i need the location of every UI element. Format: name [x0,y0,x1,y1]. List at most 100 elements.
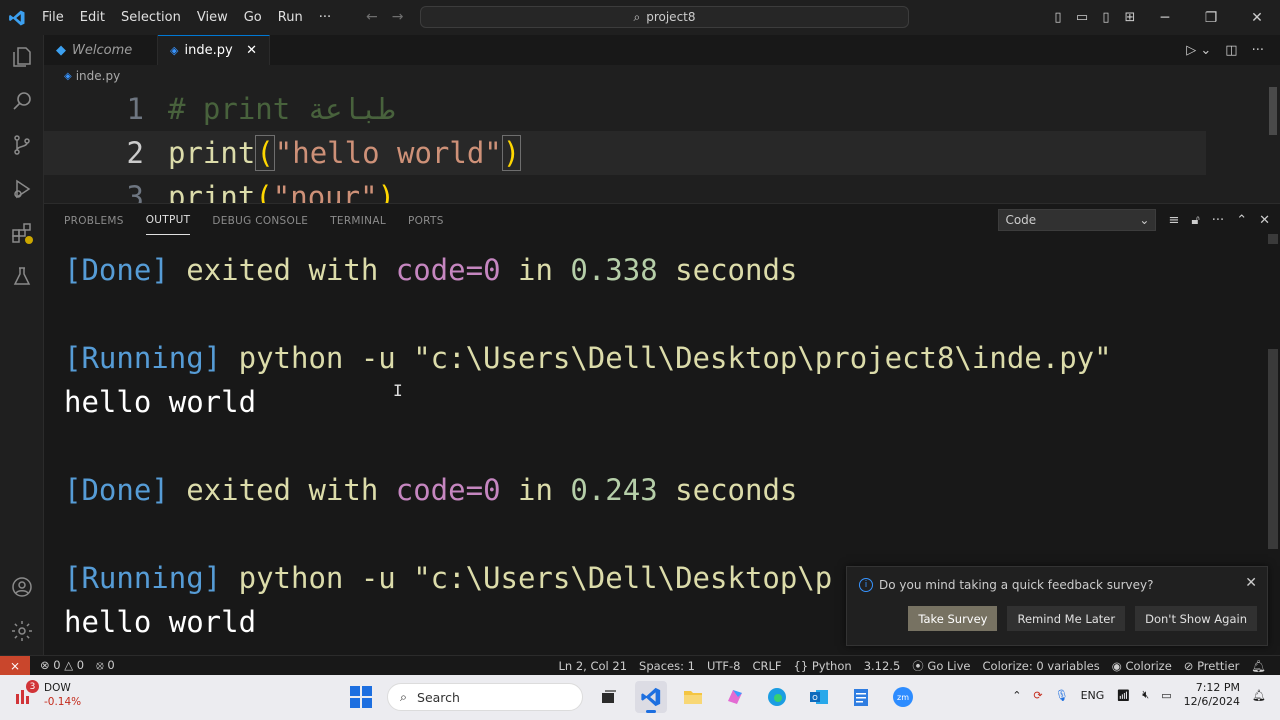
close-panel-icon[interactable]: ✕ [1259,213,1270,228]
colorize-variables[interactable]: Colorize: 0 variables [983,659,1100,673]
output-bracket: ] [203,561,222,595]
language-mode[interactable]: {} Python [794,659,852,673]
zoom-icon[interactable]: zm [887,681,919,713]
menu-more[interactable]: ··· [311,10,339,25]
customize-layout-icon[interactable]: ⊞ [1118,10,1142,25]
sync-app-icon[interactable]: ⟳ [1033,689,1042,702]
output-text: exited with [168,253,396,287]
dont-show-again-button[interactable]: Don't Show Again [1135,606,1257,631]
run-debug-icon[interactable] [0,167,44,211]
ports-status[interactable]: ⦻ 0 [96,658,115,673]
task-view-icon[interactable] [593,681,625,713]
panel-actions: Code ⌄ ≡ 🔓︎ ··· ⌃ ✕ [998,209,1270,231]
notification-center-icon[interactable]: 🔔︎ [1252,689,1266,702]
tab-inde-py[interactable]: ◈ inde.py ✕ [158,35,270,65]
command-center-search[interactable]: ⌕ project8 [420,6,909,28]
more-actions-icon[interactable]: ··· [1252,43,1264,58]
manage-gear-icon[interactable] [0,609,44,653]
code-string: "nour" [272,180,378,203]
editor-actions: ▷ ⌄ ◫ ··· [1186,35,1280,65]
encoding[interactable]: UTF-8 [707,659,741,673]
clock[interactable]: 7:12 PM 12/6/2024 [1184,681,1240,709]
tab-label: Welcome [72,42,133,58]
colorize[interactable]: ◉ Colorize [1112,659,1172,673]
speaker-muted-icon[interactable]: 🔇︎ [1142,688,1149,702]
maximize-panel-icon[interactable]: ⌃ [1236,213,1247,228]
taskbar-search[interactable]: ⌕ Search [387,683,583,711]
indentation[interactable]: Spaces: 1 [639,659,695,673]
copilot-icon[interactable] [719,681,751,713]
back-arrow-icon[interactable]: ← [366,9,378,25]
editor-tabs: ◆ Welcome ◈ inde.py ✕ ▷ ⌄ ◫ ··· [44,35,1280,65]
forward-arrow-icon[interactable]: → [392,9,404,25]
minimize-icon[interactable]: ─ [1142,10,1188,26]
more-actions-icon[interactable]: ··· [1212,213,1224,228]
go-live[interactable]: ⦿ Go Live [912,658,970,674]
problems-status[interactable]: ⊗ 0 △ 0 [40,658,84,673]
run-file-icon[interactable]: ▷ ⌄ [1186,43,1211,58]
clear-output-icon[interactable]: ≡ [1168,213,1179,228]
cursor-position[interactable]: Ln 2, Col 21 [559,659,628,673]
editor-scroll-thumb[interactable] [1269,87,1277,135]
take-survey-button[interactable]: Take Survey [908,606,998,631]
start-button[interactable] [345,681,377,713]
search-view-icon[interactable] [0,79,44,123]
source-control-icon[interactable] [0,123,44,167]
editor-scrollbar[interactable] [1266,87,1280,203]
testing-icon[interactable] [0,255,44,299]
output-channel-select[interactable]: Code ⌄ [998,209,1157,231]
stock-widget[interactable]: 3 DOW -0.14% [14,680,81,709]
lock-scroll-icon[interactable]: 🔓︎ [1191,213,1199,228]
menu-run[interactable]: Run [270,10,311,25]
notifications-bell-icon[interactable]: 🔔︎ [1251,659,1266,673]
extensions-icon[interactable] [0,211,44,255]
prettier[interactable]: ⊘ Prettier [1184,659,1240,673]
colorize-label: Colorize [1125,659,1172,673]
edge-browser-icon[interactable] [761,681,793,713]
end-of-line[interactable]: CRLF [752,659,781,673]
menu-go[interactable]: Go [236,10,270,25]
notepad-icon[interactable] [845,681,877,713]
vscode-taskbar-icon[interactable] [635,681,667,713]
output-line: [Done] exited with code=0 in 0.338 secon… [64,248,1264,292]
notification-message: i Do you mind taking a quick feedback su… [859,578,1153,592]
toggle-panel-icon[interactable]: ▭ [1070,10,1094,25]
remote-indicator-icon[interactable]: ⨯ [0,655,30,676]
code-editor[interactable]: 1 # print طباعة 2 print("hello world") 3… [44,87,1266,203]
ports-count: 0 [107,658,115,672]
accounts-icon[interactable] [0,565,44,609]
remind-later-button[interactable]: Remind Me Later [1007,606,1126,631]
battery-icon[interactable]: ▭ [1161,689,1171,702]
python-version[interactable]: 3.12.5 [864,659,901,673]
stock-name: DOW [44,682,71,694]
toggle-primary-sidebar-icon[interactable]: ▯ [1046,10,1070,25]
close-tab-icon[interactable]: ✕ [246,43,257,58]
panel-scrollbar-thumb[interactable] [1268,349,1278,549]
tab-ports[interactable]: PORTS [408,207,444,235]
menu-file[interactable]: File [34,10,72,25]
tab-terminal[interactable]: TERMINAL [330,207,386,235]
close-notification-icon[interactable]: ✕ [1245,575,1257,591]
restore-icon[interactable]: ❐ [1188,10,1234,26]
file-explorer-icon[interactable] [677,681,709,713]
code-function: print [168,136,256,170]
tab-output[interactable]: OUTPUT [145,206,191,235]
breadcrumb[interactable]: ◈ inde.py [44,65,1280,87]
breadcrumb-file: inde.py [75,69,121,83]
menu-view[interactable]: View [189,10,236,25]
outlook-icon[interactable]: O [803,681,835,713]
menu-selection[interactable]: Selection [113,10,189,25]
wifi-icon[interactable]: 📶︎ [1116,689,1130,702]
input-language[interactable]: ENG [1081,689,1105,702]
show-hidden-icons-icon[interactable]: ⌃ [1012,689,1021,702]
toggle-secondary-sidebar-icon[interactable]: ▯ [1094,10,1118,25]
split-editor-icon[interactable]: ◫ [1225,43,1237,58]
explorer-icon[interactable] [0,35,44,79]
tab-welcome[interactable]: ◆ Welcome [44,35,158,65]
microphone-icon[interactable]: 🎙︎ [1055,689,1069,702]
tab-problems[interactable]: PROBLEMS [64,207,124,235]
menu-edit[interactable]: Edit [72,10,113,25]
panel-scrollbar-top[interactable] [1268,234,1278,244]
tab-debug-console[interactable]: DEBUG CONSOLE [212,207,308,235]
close-window-icon[interactable]: ✕ [1234,10,1280,26]
